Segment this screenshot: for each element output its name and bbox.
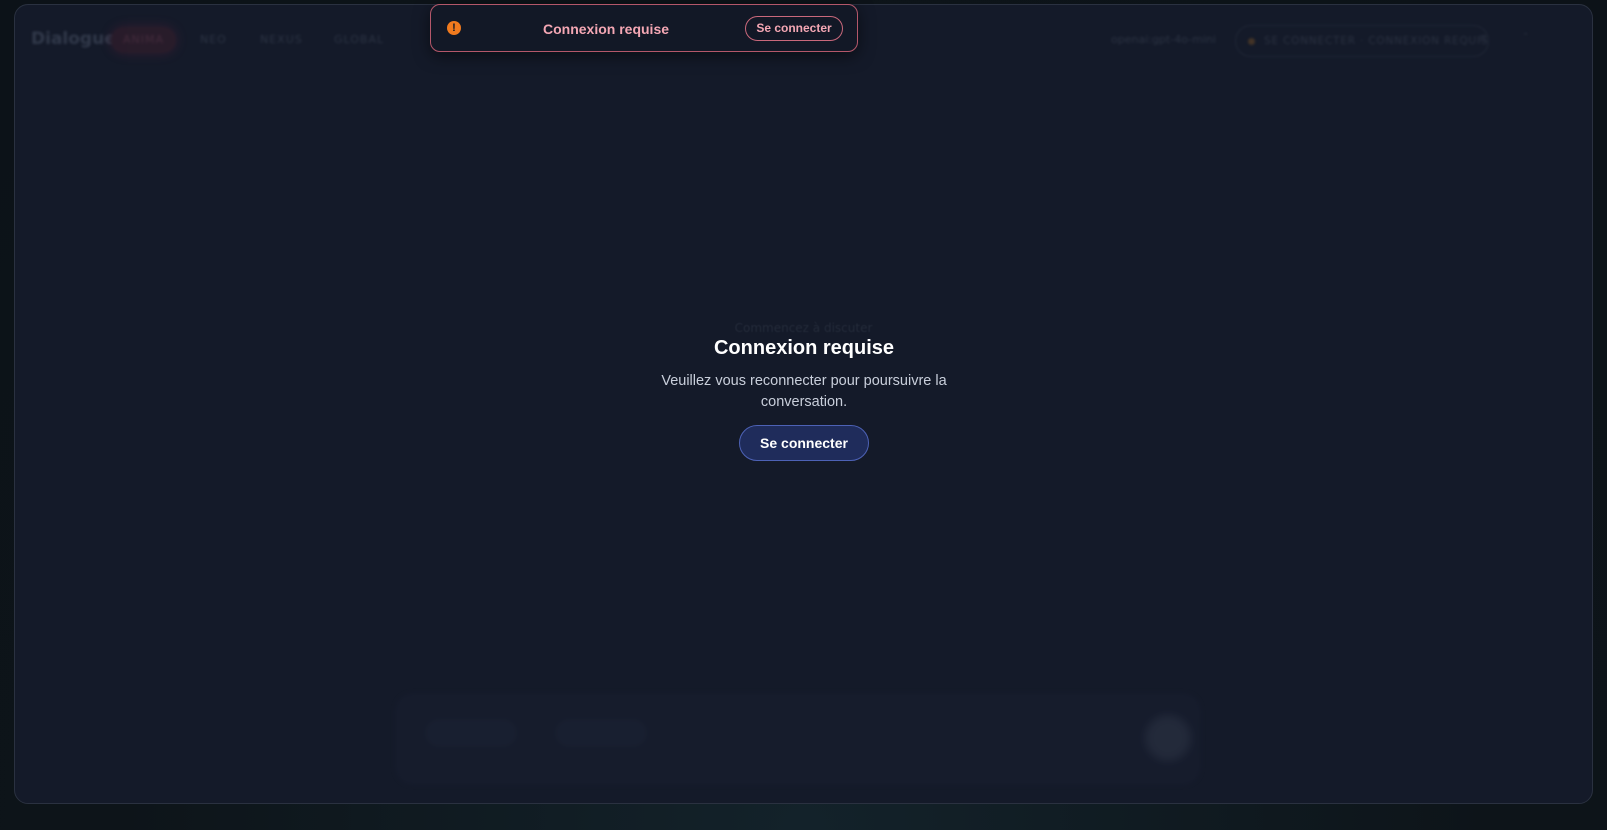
page-background: Dialogue ANIMA NEO NEXUS GLOBAL openai:g…	[0, 0, 1607, 830]
dialog-message: Veuillez vous reconnecter pour poursuivr…	[661, 373, 947, 410]
composer-chip	[555, 719, 647, 747]
tab-nexus[interactable]: NEXUS	[248, 27, 315, 53]
dialog-login-button[interactable]: Se connecter	[739, 425, 869, 461]
send-button	[1145, 715, 1191, 761]
app-window: Dialogue ANIMA NEO NEXUS GLOBAL openai:g…	[14, 4, 1593, 804]
dialog-title: Connexion requise	[713, 337, 895, 359]
model-selector[interactable]: openai:gpt-4o-mini	[1111, 33, 1216, 46]
login-required-dialog: Connexion requise Veuillez vous reconnec…	[634, 335, 974, 461]
settings-icon[interactable]: ▫	[1479, 31, 1486, 44]
brand-title: Dialogue	[31, 29, 116, 49]
tab-anima[interactable]: ANIMA	[111, 27, 177, 53]
tab-neo[interactable]: NEO	[188, 27, 239, 53]
tab-global[interactable]: GLOBAL	[322, 27, 396, 53]
status-dot-icon	[1248, 38, 1255, 45]
composer-chip	[425, 719, 517, 747]
toast-message: Connexion requise	[543, 21, 670, 37]
toast-login-button[interactable]: Se connecter	[745, 16, 843, 41]
login-required-toast: ! Connexion requise Se connecter	[430, 4, 858, 52]
message-composer	[395, 693, 1201, 785]
user-icon[interactable]: ˄	[1523, 31, 1529, 44]
connection-status-label: SE CONNECTER · CONNEXION REQUISE	[1264, 35, 1489, 47]
empty-conversation-hint: Commencez à discuter	[734, 321, 873, 335]
alert-circle-icon: !	[447, 21, 461, 35]
connection-status-pill[interactable]: SE CONNECTER · CONNEXION REQUISE	[1235, 25, 1489, 57]
